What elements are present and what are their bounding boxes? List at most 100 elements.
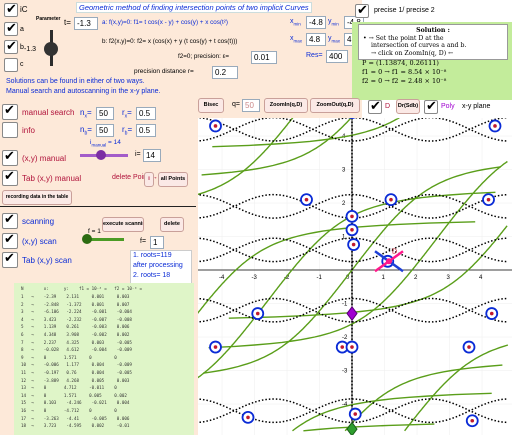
xmax-input[interactable]: 4.8 [306, 33, 326, 46]
solution-heading: Solution : [363, 27, 503, 35]
f-input[interactable]: 1 [150, 236, 164, 249]
ry-label: rb= [122, 125, 132, 137]
c-label: c [20, 61, 24, 68]
ny-label: nb= [80, 125, 92, 137]
y-tick-label: 3 [342, 168, 346, 174]
table-header: N x: y: f1 = 10⁻⁴ = f2 = 10⁻⁴ = [21, 286, 142, 292]
checkbox-precise[interactable] [355, 4, 369, 18]
intersection-dot [487, 198, 491, 202]
d-label: D [385, 103, 390, 110]
table-row: 1 → -2.39 2.131 0.001 0.003 [21, 294, 129, 300]
checkbox-scanning[interactable] [2, 213, 18, 229]
info-line-2: Manual search and autoscanning in the x-… [6, 88, 161, 95]
y-tick-label: 2 [342, 201, 346, 207]
intersection-dot [353, 412, 357, 416]
table-row: 14 → 0 1.571 0.005 0.002 [21, 393, 127, 399]
y-tick-label: -1 [342, 302, 348, 308]
parameter-label: Parameter [36, 16, 60, 22]
dr-button[interactable]: Dr(Sdb) [396, 99, 420, 114]
bisec-button[interactable]: Bisec [198, 98, 224, 113]
y-tick-label: -3 [342, 369, 348, 375]
plot-canvas[interactable]: -4-3-2-112344321-1-2-3-40D [198, 118, 512, 435]
t-label: t= [64, 18, 71, 27]
divider [0, 206, 196, 207]
x-tick-label: -1 [317, 275, 323, 281]
poly-marker [347, 307, 357, 320]
intersection-dot [467, 345, 471, 349]
table-row: 16 → 0 -4.712 0 0 [21, 408, 117, 414]
checkbox-a[interactable] [4, 22, 18, 36]
x-tick-label: 1 [382, 275, 386, 281]
checkbox-b[interactable] [4, 40, 18, 54]
t-input[interactable]: -1.3 [74, 17, 98, 30]
xy-plane[interactable]: -4-3-2-112344321-1-2-3-40D [198, 118, 512, 435]
x-tick-label: 2 [414, 275, 418, 281]
t-slider-handle[interactable] [44, 42, 58, 56]
xy-scan-label: (x,y) scan [22, 237, 57, 246]
xmin-input[interactable]: -4.8 [306, 16, 326, 29]
delete-i-button[interactable]: i [144, 172, 154, 187]
checkbox-poly[interactable] [424, 100, 438, 114]
checkbox-tab-scan[interactable] [2, 252, 18, 268]
ry-input[interactable]: 0.5 [136, 124, 156, 137]
poly-label: Poly [441, 103, 455, 110]
intersection-dot [490, 312, 494, 316]
zoom-out-button[interactable]: ZoomOut(q,D) [310, 98, 360, 113]
x-tick-label: 3 [447, 275, 451, 281]
epsilon-input[interactable]: 0.01 [251, 51, 277, 64]
i-input[interactable]: 14 [143, 149, 161, 162]
checkbox-info[interactable] [2, 122, 18, 138]
intersection-dot [305, 198, 309, 202]
tab-scan-label: Tab (x,y) scan [22, 256, 72, 265]
table-row: 3 → -6.106 -2.224 -0.001 -0.004 [21, 309, 132, 315]
checkbox-xy-scan[interactable] [2, 233, 18, 249]
rx-label: rx= [122, 108, 132, 120]
point-d [386, 258, 392, 264]
scanning-label: scanning [22, 217, 54, 226]
precision-distance-input[interactable]: 0.2 [212, 66, 238, 79]
q-input[interactable]: 50 [242, 99, 260, 112]
checkbox-manual-search[interactable] [2, 104, 18, 120]
point-d-label: D [392, 248, 397, 255]
ny-input[interactable]: 50 [96, 124, 114, 137]
x-tick-label: -4 [219, 275, 225, 281]
intersection-dot [350, 345, 354, 349]
rx-input[interactable]: 0.5 [136, 107, 156, 120]
execute-scanning-button[interactable]: execute scanning [102, 217, 144, 232]
poly-marker [347, 422, 357, 435]
roots-line-1: 1. roots=119 [131, 251, 191, 261]
zoom-in-button[interactable]: ZoomIn(q,D) [264, 98, 308, 113]
solution-line-2: intersection of curves a and b. [363, 42, 503, 50]
delete-all-points-button[interactable]: all Points [158, 172, 188, 187]
table-row: 9 → 0 1.571 0 0 [21, 355, 117, 361]
intersection-dot [350, 215, 354, 219]
solution-f1: f1 = 0 → f1 = 8.54 × 10⁻⁸ [362, 68, 504, 77]
f-slider-handle[interactable] [82, 234, 92, 244]
table-row: 17 → -3.263 -4.41 -0.005 0.006 [21, 416, 129, 422]
precise-label: precise 1/ precise 2 [374, 7, 435, 14]
solution-point: P = (1.13874, 0.26111) [362, 59, 504, 68]
checkbox-c[interactable] [4, 58, 18, 72]
i-slider-handle[interactable] [96, 150, 106, 160]
table-row: 2 → -2.848 -1.372 0.001 0.007 [21, 302, 129, 308]
recording-data-button[interactable]: recording data in the table [2, 190, 72, 205]
function-b: b: f2(x,y)=0: f2= x (cos(x) + y (t cos(y… [102, 38, 237, 45]
intersection-dot [493, 124, 497, 128]
checkbox-tab-manual[interactable] [2, 170, 18, 186]
nx-input[interactable]: 50 [96, 107, 114, 120]
curve-a [198, 118, 475, 314]
checkbox-ic[interactable] [4, 3, 18, 17]
table-row: 12 → -3.889 4.268 0.005 0.003 [21, 378, 129, 384]
y-tick-label: -2 [342, 335, 348, 341]
intersection-dot [246, 416, 250, 420]
q-label: q= [232, 101, 240, 108]
intersection-dot [470, 419, 474, 423]
checkbox-xy-manual[interactable] [2, 150, 18, 166]
res-input[interactable]: 400 [326, 50, 348, 63]
manual-search-label: manual search [22, 108, 74, 117]
curve-a [229, 226, 508, 431]
checkbox-d[interactable] [368, 100, 382, 114]
info-label: info [22, 126, 35, 135]
a-label: a [20, 26, 24, 33]
delete-scan-button[interactable]: delete [160, 217, 184, 232]
